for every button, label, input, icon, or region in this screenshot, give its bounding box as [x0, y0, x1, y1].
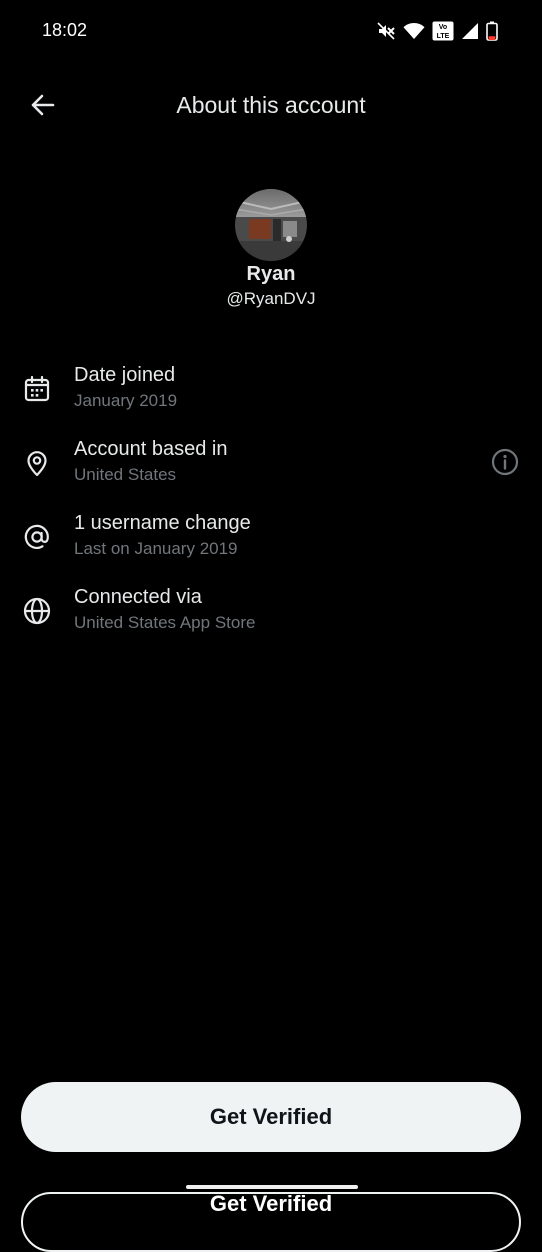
globe-icon [22, 596, 52, 626]
calendar-icon [22, 374, 52, 404]
volte-bottom-text: LTE [437, 33, 450, 40]
status-time: 18:02 [42, 20, 88, 40]
detail-username-changes: 1 username change Last on January 2019 [0, 512, 542, 568]
info-button[interactable] [490, 447, 520, 477]
detail-title: Connected via [74, 586, 202, 608]
detail-subtitle: January 2019 [74, 391, 178, 410]
detail-connected-via: Connected via United States App Store [0, 586, 542, 642]
avatar[interactable] [235, 189, 307, 261]
top-bar: About this account [0, 72, 542, 138]
detail-subtitle: United States [74, 465, 177, 484]
status-bar: 18:02 Vo LTE [0, 0, 542, 62]
detail-title: 1 username change [74, 512, 251, 534]
location-pin-icon [22, 448, 52, 478]
wifi-icon [403, 22, 425, 40]
signal-icon [461, 22, 479, 40]
battery-icon [486, 21, 498, 41]
detail-account-based-in: Account based in United States [0, 438, 542, 494]
detail-title: Date joined [74, 364, 176, 386]
profile-section: Ryan @RyanDVJ [0, 189, 542, 309]
get-verified-button[interactable]: Get Verified [21, 1082, 521, 1152]
battery-fill [488, 36, 496, 40]
avatar-photo [235, 189, 307, 261]
volte-top-text: Vo [439, 24, 447, 31]
get-verified-button-duplicate[interactable]: Get Verified [21, 1192, 521, 1252]
profile-name: Ryan [246, 263, 296, 285]
detail-subtitle: United States App Store [74, 613, 256, 632]
page-title: About this account [176, 92, 366, 118]
status-icons: Vo LTE [376, 21, 498, 41]
profile-handle: @RyanDVJ [226, 289, 316, 308]
info-icon [491, 448, 519, 476]
detail-title: Account based in [74, 438, 228, 460]
mute-icon [376, 21, 396, 41]
detail-date-joined: Date joined January 2019 [0, 364, 542, 420]
at-sign-icon [22, 522, 52, 552]
detail-subtitle: Last on January 2019 [74, 539, 238, 558]
volte-icon: Vo LTE [432, 21, 454, 41]
home-indicator[interactable] [186, 1185, 358, 1189]
